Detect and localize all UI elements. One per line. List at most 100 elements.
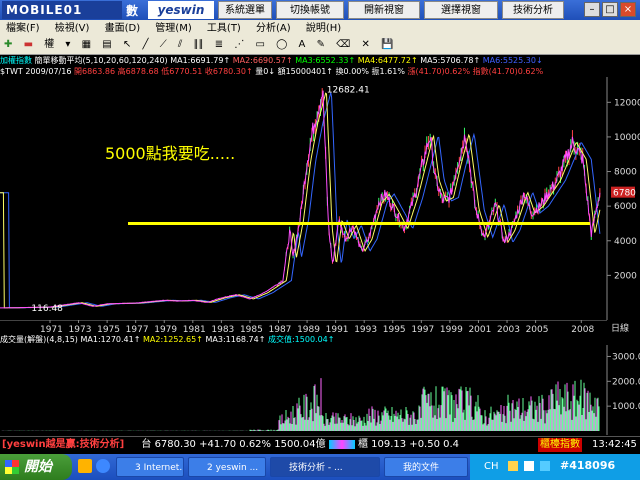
chevron-down-icon[interactable]: ▾ <box>63 38 72 52</box>
price-chart[interactable]: 12000 10000 8000 6000 4000 2000 5000點我要吃.....… <box>0 77 640 320</box>
ma5-value: MA5:5706.78↑ <box>420 56 481 65</box>
vol-ma1: MA1:1270.41↑ <box>80 335 141 344</box>
rectangle-tool-icon[interactable]: ▭ <box>254 38 267 52</box>
restore-icon[interactable]: □ <box>602 2 618 17</box>
vol-ma2: MA2:1252.65↑ <box>142 335 203 344</box>
volume-y-axis: 3000.0 2000.0 1000.0 <box>607 352 640 412</box>
price-y-tick-label: 12000 <box>614 98 640 108</box>
ma2-value: MA2:6690.57↑ <box>232 56 293 65</box>
close-icon[interactable]: × <box>620 2 636 17</box>
menu-analysis[interactable]: 分析(A) <box>250 20 297 37</box>
time-tick-label: 1993 <box>354 325 377 334</box>
time-tick-label: 2001 <box>468 325 491 334</box>
ma-info-line: 加權指數 簡單移動平均(5,10,20,60,120,240) MA1:6691… <box>0 55 543 66</box>
brand-label: yeswin <box>148 1 214 19</box>
amount-value: 額15000401↑ <box>277 67 334 76</box>
tray-keyboard-icon[interactable] <box>524 461 534 471</box>
time-tick-label: 1975 <box>97 325 120 334</box>
start-button[interactable]: 開始 <box>0 454 72 480</box>
ma-slow-line <box>0 92 601 309</box>
task-my-documents[interactable]: 我的文件 <box>384 457 468 477</box>
fan-tool-icon[interactable]: ⋰ <box>232 38 246 52</box>
time-tick-label: 1989 <box>297 325 320 334</box>
ellipse-tool-icon[interactable]: ◯ <box>274 38 289 52</box>
time-axis: 1971 1973 1975 1977 1979 1981 1983 1985 1987 1989… <box>0 320 629 334</box>
language-indicator[interactable]: CH <box>484 461 499 472</box>
status-tai-label: 台 <box>141 439 152 450</box>
time-tick-label: 1979 <box>154 325 177 334</box>
axis-unit: 日線 <box>611 322 629 334</box>
start-label: 開始 <box>24 459 52 475</box>
quicklaunch-folder-icon[interactable] <box>78 459 92 473</box>
price-series <box>0 88 601 309</box>
time-tick-label: 1981 <box>183 325 206 334</box>
status-bar-graph <box>328 439 355 449</box>
task-tech-analysis[interactable]: 技術分析 - ... <box>270 457 380 477</box>
tray-network-icon[interactable] <box>540 461 550 471</box>
volume-bars <box>1 378 600 431</box>
time-tick-label: 1999 <box>440 325 463 334</box>
parallel-tool-icon[interactable]: ⫽ <box>176 38 184 52</box>
index-title: 加權指數 <box>0 56 32 65</box>
status-gui-value: 109.13 +0.50 0.4 <box>371 439 460 450</box>
price-y-tick-label: 8000 <box>614 168 637 178</box>
task-yeswin[interactable]: 2 yeswin ... <box>188 457 266 477</box>
logo-suffix: 數 <box>126 4 139 18</box>
ma-fast-line <box>0 92 601 309</box>
tray-icon[interactable] <box>508 461 518 471</box>
turnover-value: 換0.00% <box>335 67 369 76</box>
eraser-icon[interactable]: ⌫ <box>334 38 352 52</box>
fibonacci-icon[interactable]: ≣ <box>213 38 225 52</box>
task-internet[interactable]: 3 Internet... <box>116 457 184 477</box>
status-otc-label[interactable]: 櫃檯指數 <box>538 438 582 452</box>
zoom-out-icon[interactable]: ▬ <box>22 38 35 52</box>
price-y-tick-label: 4000 <box>614 237 637 247</box>
price-y-tick-label: 2000 <box>614 271 637 281</box>
zoom-in-icon[interactable]: ✚ <box>2 38 14 52</box>
taskbar: 開始 3 Internet... 2 yeswin ... 技術分析 - ...… <box>0 454 640 480</box>
new-window-button[interactable]: 開新視窗 <box>348 1 420 19</box>
menu-file[interactable]: 檔案(F) <box>0 20 46 37</box>
index-change-value: 指數(41.70)0.62% <box>472 67 544 76</box>
cursor-icon[interactable]: ↖ <box>121 38 133 52</box>
ray-tool-icon[interactable]: ⟋ <box>158 38 169 52</box>
toolbar-grid-icon[interactable]: ▦ <box>80 38 93 52</box>
ma1-value: MA1:6691.79↑ <box>170 56 231 65</box>
text-tool-icon[interactable]: A <box>297 38 308 52</box>
ma4-value: MA4:6477.72↑ <box>357 56 418 65</box>
time-tick-label: 1983 <box>211 325 234 334</box>
ma-label: 簡單移動平均(5,10,20,60,120,240) <box>34 56 168 65</box>
vol-turnover: 成交值:1500.04↑ <box>267 335 335 344</box>
volume-y-tick-label: 1000.0 <box>612 402 640 412</box>
save-icon[interactable]: 💾 <box>379 38 395 52</box>
switch-account-button[interactable]: 切換帳號 <box>276 1 344 19</box>
select-window-button[interactable]: 選擇視窗 <box>424 1 498 19</box>
delete-icon[interactable]: ✕ <box>359 38 371 52</box>
symbol-date: $TWT 2009/07/16 <box>0 67 72 76</box>
time-tick-label: 1985 <box>240 325 263 334</box>
time-tick-label: 1997 <box>411 325 434 334</box>
high-value: 高6878.68 <box>117 67 159 76</box>
volume-chart[interactable]: 3000.0 2000.0 1000.0 <box>0 345 640 435</box>
last-price-value: 6780 <box>613 189 636 199</box>
tech-analysis-button[interactable]: 技術分析 <box>502 1 564 19</box>
menu-help[interactable]: 說明(H) <box>300 20 347 37</box>
time-tick-label: 1987 <box>269 325 292 334</box>
vol-ma3: MA3:1168.74↑ <box>205 335 266 344</box>
toolbar: ✚ ▬ 權 ▾ ▦ ▤ ↖ ╱ ⟋ ⫽ ∥∥ ≣ ⋰ ▭ ◯ A ✎ ⌫ ✕ 💾 <box>0 37 640 55</box>
minimize-icon[interactable]: – <box>584 2 600 17</box>
line-tool-icon[interactable]: ╱ <box>140 38 150 52</box>
toolbar-chart-icon[interactable]: ▤ <box>100 38 113 52</box>
stock-selector[interactable]: 權 <box>42 38 56 52</box>
menu-tools[interactable]: 工具(T) <box>201 20 247 37</box>
bars-tool-icon[interactable]: ∥∥ <box>192 38 206 52</box>
status-gui-label: 櫃 <box>357 439 368 450</box>
time-tick-label: 2005 <box>526 325 549 334</box>
system-menu-button[interactable]: 系統選單 <box>218 1 272 19</box>
menu-manage[interactable]: 管理(M) <box>149 20 197 37</box>
quicklaunch-browser-icon[interactable] <box>96 459 110 473</box>
watermark-text: #418096 <box>560 459 616 472</box>
menu-view[interactable]: 檢視(V) <box>49 20 96 37</box>
menu-display[interactable]: 畫面(D) <box>99 20 147 37</box>
pencil-icon[interactable]: ✎ <box>315 38 327 52</box>
